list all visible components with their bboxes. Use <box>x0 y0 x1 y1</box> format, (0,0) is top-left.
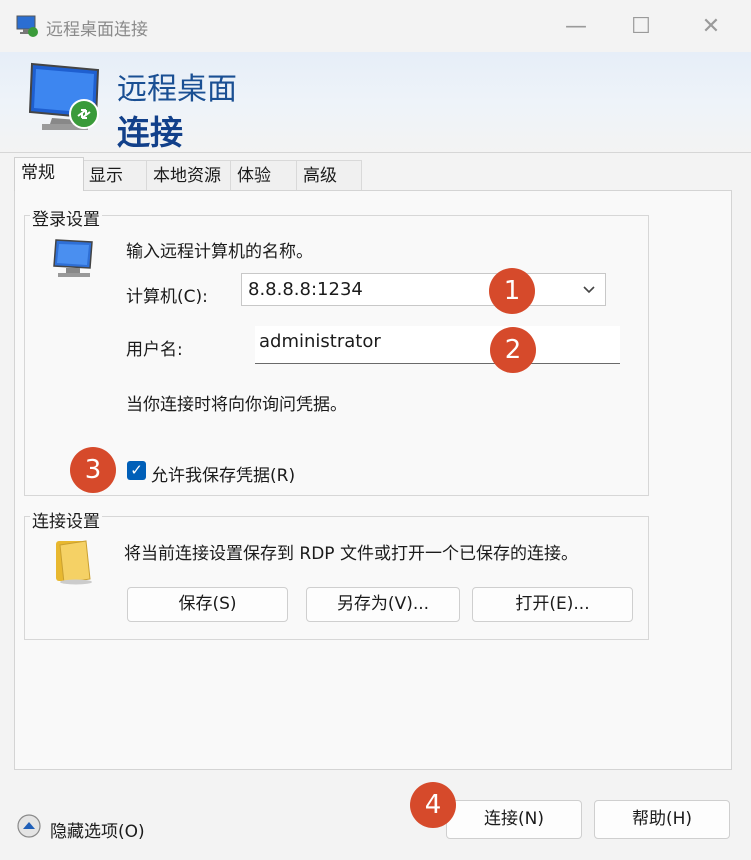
save-as-button[interactable]: 另存为(V)... <box>306 587 460 622</box>
computer-combobox[interactable]: 8.8.8.8:1234 <box>241 273 606 306</box>
credentials-note: 当你连接时将向你询问凭据。 <box>126 395 347 415</box>
folder-icon <box>56 540 92 585</box>
computer-icon <box>53 239 93 277</box>
annotation-badge-3: 3 <box>70 447 116 493</box>
window-title: 远程桌面连接 <box>46 20 148 40</box>
connect-button[interactable]: 连接(N) <box>446 800 582 839</box>
connection-description: 将当前连接设置保存到 RDP 文件或打开一个已保存的连接。 <box>124 544 578 564</box>
help-button[interactable]: 帮助(H) <box>594 800 730 839</box>
login-prompt: 输入远程计算机的名称。 <box>126 242 313 262</box>
banner-title-line2: 连接 <box>117 113 183 152</box>
save-button[interactable]: 保存(S) <box>127 587 288 622</box>
username-field[interactable]: administrator <box>255 326 620 364</box>
header-banner <box>0 52 751 153</box>
collapse-options-icon[interactable] <box>16 813 42 839</box>
login-settings-title: 登录设置 <box>30 205 102 230</box>
annotation-badge-2: 2 <box>490 327 536 373</box>
tab-general[interactable]: 常规 <box>14 157 84 191</box>
hide-options-label[interactable]: 隐藏选项(O) <box>50 817 145 842</box>
banner-title-line1: 远程桌面 <box>117 72 237 107</box>
minimize-button[interactable]: — <box>561 14 591 40</box>
remote-desktop-icon <box>28 62 100 130</box>
open-button[interactable]: 打开(E)... <box>472 587 633 622</box>
computer-value: 8.8.8.8:1234 <box>248 279 363 300</box>
username-value: administrator <box>259 331 381 352</box>
tab-experience[interactable]: 体验 <box>230 160 298 190</box>
connection-settings-title: 连接设置 <box>30 507 102 532</box>
close-button[interactable]: ✕ <box>696 14 726 40</box>
chevron-down-icon[interactable] <box>582 285 596 295</box>
username-label: 用户名: <box>126 340 183 360</box>
allow-save-checkbox[interactable]: ✓ <box>127 461 146 480</box>
tab-advanced[interactable]: 高级 <box>296 160 362 190</box>
tab-local-resources[interactable]: 本地资源 <box>146 160 232 190</box>
computer-label: 计算机(C): <box>126 287 208 307</box>
rdp-app-icon <box>16 15 38 37</box>
maximize-button[interactable]: ☐ <box>626 14 656 40</box>
annotation-badge-1: 1 <box>489 268 535 314</box>
tab-display[interactable]: 显示 <box>82 160 148 190</box>
annotation-badge-4: 4 <box>410 782 456 828</box>
allow-save-label[interactable]: 允许我保存凭据(R) <box>151 461 295 486</box>
